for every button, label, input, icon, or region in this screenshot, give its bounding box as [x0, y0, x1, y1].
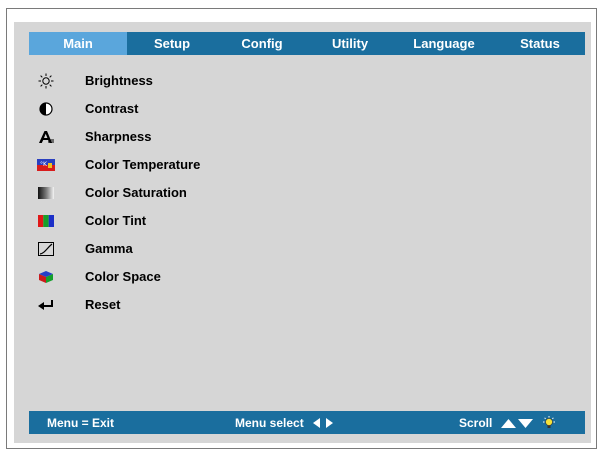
scroll-hint: Scroll — [459, 416, 556, 430]
menu-item-color-space[interactable]: Color Space — [29, 263, 585, 291]
left-right-arrows-icon — [312, 418, 333, 428]
main-menu-list: Brightness Contrast Sharpness °K Color T… — [29, 67, 585, 319]
menu-item-color-tint[interactable]: Color Tint — [29, 207, 585, 235]
menu-item-color-temperature[interactable]: °K Color Temperature — [29, 151, 585, 179]
return-arrow-icon — [37, 295, 55, 315]
menu-item-color-saturation[interactable]: Color Saturation — [29, 179, 585, 207]
exit-hint: Menu = Exit — [47, 416, 115, 430]
menu-item-label: Reset — [85, 297, 121, 312]
menu-item-label: Sharpness — [85, 129, 152, 144]
tab-setup[interactable]: Setup — [127, 32, 217, 55]
svg-text:°K: °K — [40, 161, 48, 168]
tab-bar: Main Setup Config Utility Language Statu… — [29, 32, 585, 55]
menu-item-contrast[interactable]: Contrast — [29, 95, 585, 123]
menu-item-gamma[interactable]: Gamma — [29, 235, 585, 263]
half-circle-icon — [37, 99, 55, 119]
saturation-gradient-icon — [37, 183, 55, 203]
menu-item-sharpness[interactable]: Sharpness — [29, 123, 585, 151]
tint-rgb-icon — [37, 211, 55, 231]
sun-icon — [37, 71, 55, 91]
menu-item-label: Gamma — [85, 241, 133, 256]
menu-item-label: Color Saturation — [85, 185, 187, 200]
menu-item-label: Color Tint — [85, 213, 147, 228]
footer-hint-bar: Menu = Exit Menu select Scroll — [29, 411, 585, 434]
menu-item-label: Color Space — [85, 269, 161, 284]
lightbulb-icon — [543, 416, 556, 428]
scroll-label: Scroll — [459, 416, 493, 430]
tab-language[interactable]: Language — [393, 32, 495, 55]
menu-item-brightness[interactable]: Brightness — [29, 67, 585, 95]
osd-menu-panel: Main Setup Config Utility Language Statu… — [14, 22, 591, 443]
color-temperature-icon: °K — [37, 155, 55, 175]
menu-item-label: Brightness — [85, 73, 153, 88]
sharpness-a-icon — [37, 127, 55, 147]
menu-item-label: Contrast — [85, 101, 139, 116]
menu-item-label: Color Temperature — [85, 157, 201, 172]
menu-select-label: Menu select — [235, 416, 304, 430]
tab-status[interactable]: Status — [495, 32, 585, 55]
gamma-curve-icon — [37, 239, 55, 259]
tab-main[interactable]: Main — [29, 32, 127, 55]
menu-select-hint: Menu select — [235, 416, 334, 430]
tab-utility[interactable]: Utility — [307, 32, 393, 55]
color-cube-icon — [37, 267, 55, 287]
up-down-arrows-icon — [501, 419, 534, 428]
menu-item-reset[interactable]: Reset — [29, 291, 585, 319]
tab-config[interactable]: Config — [217, 32, 307, 55]
